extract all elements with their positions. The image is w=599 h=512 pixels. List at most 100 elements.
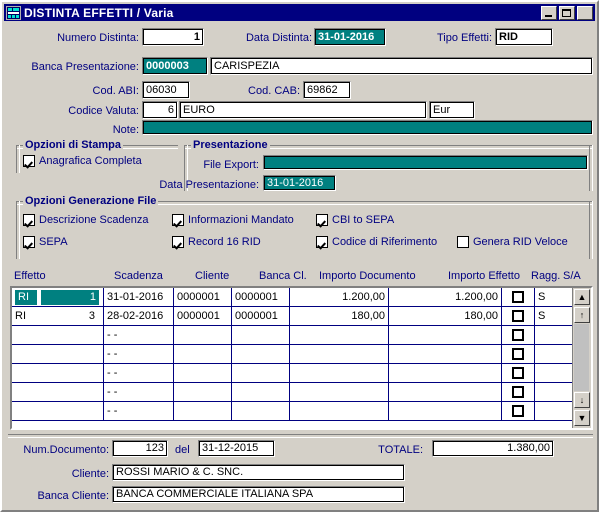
- cell-cliente[interactable]: 0000001: [174, 288, 232, 306]
- cell-ragg[interactable]: [502, 402, 535, 420]
- checkbox-informazioni-mandato[interactable]: Informazioni Mandato: [172, 214, 294, 226]
- cell-importo-effetto[interactable]: 1.200,00: [389, 288, 502, 306]
- checkbox-descrizione-scadenza[interactable]: Descrizione Scadenza: [23, 214, 148, 226]
- cell-importo-effetto[interactable]: [389, 364, 502, 382]
- cell-cliente[interactable]: [174, 345, 232, 363]
- num-documento-input[interactable]: 123: [112, 440, 168, 457]
- cell-importo-documento[interactable]: [290, 383, 389, 401]
- cod-cab-input[interactable]: 69862: [303, 81, 351, 99]
- effetti-grid[interactable]: RI 1 31-01-2016 0000001 0000001 1.200,00…: [10, 286, 593, 430]
- table-row[interactable]: - -: [12, 364, 572, 383]
- table-row[interactable]: - -: [12, 345, 572, 364]
- checkbox-sepa[interactable]: SEPA: [23, 236, 68, 248]
- cell-banca-cliente[interactable]: [232, 326, 290, 344]
- cell-effetto[interactable]: [12, 345, 104, 363]
- cell-importo-documento[interactable]: 180,00: [290, 307, 389, 325]
- cod-abi-input[interactable]: 06030: [142, 81, 190, 99]
- cell-banca-cliente[interactable]: [232, 402, 290, 420]
- codice-valuta-code-input[interactable]: 6: [142, 101, 178, 119]
- scroll-up-button[interactable]: ↑: [574, 307, 590, 323]
- cell-sa[interactable]: [535, 345, 572, 363]
- cell-banca-cliente[interactable]: [232, 383, 290, 401]
- cell-effetto[interactable]: [12, 402, 104, 420]
- cell-effetto[interactable]: RI 3: [12, 307, 104, 325]
- checkbox-codice-di-riferimento[interactable]: Codice di Riferimento: [316, 236, 437, 248]
- checkbox-box-icon[interactable]: [512, 310, 524, 322]
- table-row[interactable]: - -: [12, 326, 572, 345]
- data-distinta-input[interactable]: 31-01-2016: [314, 28, 386, 46]
- cell-importo-effetto[interactable]: [389, 345, 502, 363]
- numero-distinta-input[interactable]: 1: [142, 28, 204, 46]
- cell-effetto[interactable]: [12, 326, 104, 344]
- cell-sa[interactable]: S: [535, 307, 572, 325]
- cell-effetto[interactable]: RI 1: [12, 288, 104, 306]
- tipo-effetti-input[interactable]: RID: [495, 28, 553, 46]
- data-presentazione-input[interactable]: 31-01-2016: [263, 175, 336, 191]
- cell-sa[interactable]: [535, 402, 572, 420]
- cell-scadenza[interactable]: - -: [104, 326, 174, 344]
- note-input[interactable]: [142, 120, 593, 135]
- cell-cliente[interactable]: [174, 364, 232, 382]
- cell-ragg[interactable]: [502, 383, 535, 401]
- cell-banca-cliente[interactable]: [232, 345, 290, 363]
- cell-sa[interactable]: [535, 326, 572, 344]
- checkbox-box-icon[interactable]: [512, 329, 524, 341]
- cell-effetto[interactable]: [12, 383, 104, 401]
- cell-sa[interactable]: S: [535, 288, 572, 306]
- cell-scadenza[interactable]: - -: [104, 383, 174, 401]
- cell-cliente[interactable]: [174, 383, 232, 401]
- cell-importo-documento[interactable]: [290, 345, 389, 363]
- checkbox-cbi-to-sepa[interactable]: CBI to SEPA: [316, 214, 394, 226]
- cell-importo-effetto[interactable]: [389, 326, 502, 344]
- cell-importo-documento[interactable]: 1.200,00: [290, 288, 389, 306]
- close-icon[interactable]: [577, 5, 593, 20]
- codice-valuta-short-input[interactable]: Eur: [429, 101, 475, 119]
- cell-ragg[interactable]: [502, 307, 535, 325]
- cell-ragg[interactable]: [502, 288, 535, 306]
- checkbox-box-icon[interactable]: [512, 348, 524, 360]
- file-export-input[interactable]: [263, 155, 588, 170]
- maximize-button[interactable]: [559, 5, 575, 20]
- checkbox-box-icon[interactable]: [512, 405, 524, 417]
- cell-ragg[interactable]: [502, 364, 535, 382]
- cell-importo-effetto[interactable]: [389, 383, 502, 401]
- banca-presentazione-name-input[interactable]: CARISPEZIA: [210, 57, 593, 75]
- banca-presentazione-code-input[interactable]: 0000003: [142, 57, 208, 75]
- minimize-button[interactable]: [541, 5, 557, 20]
- cell-cliente[interactable]: [174, 402, 232, 420]
- cliente-input[interactable]: ROSSI MARIO & C. SNC.: [112, 464, 405, 481]
- table-row[interactable]: - -: [12, 402, 572, 421]
- cell-effetto[interactable]: [12, 364, 104, 382]
- cell-importo-documento[interactable]: [290, 364, 389, 382]
- table-row[interactable]: RI 3 28-02-2016 0000001 0000001 180,00 1…: [12, 307, 572, 326]
- checkbox-box-icon[interactable]: [512, 386, 524, 398]
- cell-sa[interactable]: [535, 383, 572, 401]
- scroll-top-button[interactable]: ▲: [574, 289, 590, 305]
- checkbox-anagrafica-completa[interactable]: Anagrafica Completa: [23, 155, 142, 167]
- cell-banca-cliente[interactable]: 0000001: [232, 307, 290, 325]
- checkbox-box-icon[interactable]: [512, 291, 524, 303]
- cell-cliente[interactable]: 0000001: [174, 307, 232, 325]
- cell-banca-cliente[interactable]: 0000001: [232, 288, 290, 306]
- checkbox-record-16-rid[interactable]: Record 16 RID: [172, 236, 261, 248]
- cell-scadenza[interactable]: - -: [104, 364, 174, 382]
- scroll-bottom-button[interactable]: ▼: [574, 410, 590, 426]
- cell-banca-cliente[interactable]: [232, 364, 290, 382]
- checkbox-box-icon[interactable]: [512, 367, 524, 379]
- cell-scadenza[interactable]: 28-02-2016: [104, 307, 174, 325]
- data-documento-input[interactable]: 31-12-2015: [198, 440, 275, 457]
- banca-cliente-input[interactable]: BANCA COMMERCIALE ITALIANA SPA: [112, 486, 405, 503]
- cell-sa[interactable]: [535, 364, 572, 382]
- checkbox-genera-rid-veloce[interactable]: Genera RID Veloce: [457, 236, 568, 248]
- cell-cliente[interactable]: [174, 326, 232, 344]
- cell-scadenza[interactable]: 31-01-2016: [104, 288, 174, 306]
- cell-importo-documento[interactable]: [290, 326, 389, 344]
- table-row[interactable]: RI 1 31-01-2016 0000001 0000001 1.200,00…: [12, 288, 572, 307]
- cell-ragg[interactable]: [502, 326, 535, 344]
- cell-importo-effetto[interactable]: [389, 402, 502, 420]
- grid-vertical-scrollbar[interactable]: ▲ ↑ ↓ ▼: [572, 288, 591, 428]
- cell-importo-effetto[interactable]: 180,00: [389, 307, 502, 325]
- cell-importo-documento[interactable]: [290, 402, 389, 420]
- codice-valuta-name-input[interactable]: EURO: [179, 101, 427, 119]
- cell-scadenza[interactable]: - -: [104, 345, 174, 363]
